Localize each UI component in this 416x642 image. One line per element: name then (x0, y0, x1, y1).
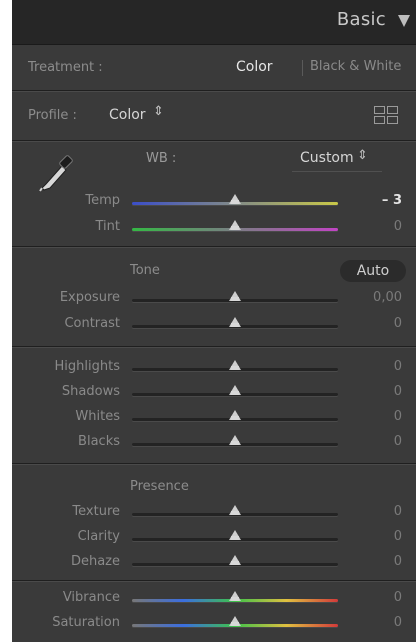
whites-slider-row: Whites 0 (12, 406, 416, 430)
divider (12, 140, 416, 141)
divider (12, 346, 416, 347)
clarity-slider-row: Clarity 0 (12, 526, 416, 550)
tone-title: Tone (130, 263, 160, 278)
profile-select[interactable]: Color (109, 107, 146, 123)
texture-value[interactable]: 0 (372, 504, 402, 519)
treatment-bw-option[interactable]: Black & White (310, 59, 401, 74)
collapse-triangle-icon[interactable] (398, 15, 410, 27)
saturation-value[interactable]: 0 (372, 615, 402, 630)
presence-title: Presence (130, 479, 189, 494)
auto-button[interactable]: Auto (340, 260, 406, 282)
temp-value[interactable]: – 3 (372, 193, 402, 208)
wb-select[interactable]: Custom (300, 150, 354, 166)
dehaze-label: Dehaze (70, 554, 120, 569)
divider (12, 580, 416, 581)
wb-underline (292, 171, 382, 172)
wb-label: WB : (146, 151, 177, 166)
temp-label: Temp (85, 193, 120, 208)
clarity-label: Clarity (77, 529, 120, 544)
saturation-slider-thumb[interactable] (229, 616, 241, 626)
shadows-slider-thumb[interactable] (229, 385, 241, 395)
texture-label: Texture (72, 504, 120, 519)
shadows-slider-row: Shadows 0 (12, 381, 416, 405)
saturation-label: Saturation (52, 615, 120, 630)
highlights-value[interactable]: 0 (372, 359, 402, 374)
clarity-value[interactable]: 0 (372, 529, 402, 544)
wb-stepper-icon[interactable]: ⇕ (357, 148, 368, 163)
highlights-slider-row: Highlights 0 (12, 356, 416, 380)
whites-slider-thumb[interactable] (229, 410, 241, 420)
whites-value[interactable]: 0 (372, 409, 402, 424)
exposure-slider-row: Exposure 0,00 (12, 287, 416, 311)
blacks-slider-thumb[interactable] (229, 435, 241, 445)
divider (12, 246, 416, 247)
highlights-slider-thumb[interactable] (229, 360, 241, 370)
profile-browser-grid-icon[interactable] (374, 106, 398, 124)
contrast-slider-row: Contrast 0 (12, 313, 416, 337)
temp-slider-row: Temp – 3 (12, 190, 416, 214)
exposure-value[interactable]: 0,00 (372, 290, 402, 305)
eyedropper-icon[interactable] (36, 148, 76, 192)
contrast-label: Contrast (64, 316, 120, 331)
panel-header[interactable]: Basic (12, 0, 416, 45)
profile-label: Profile : (28, 108, 77, 123)
treatment-color-option[interactable]: Color (236, 59, 273, 75)
texture-slider-thumb[interactable] (229, 505, 241, 515)
contrast-value[interactable]: 0 (372, 316, 402, 331)
panel-title: Basic (336, 9, 386, 30)
dehaze-slider-thumb[interactable] (229, 555, 241, 565)
clarity-slider-thumb[interactable] (229, 530, 241, 540)
exposure-label: Exposure (59, 290, 120, 305)
shadows-label: Shadows (61, 384, 120, 399)
temp-slider-thumb[interactable] (229, 194, 241, 204)
dehaze-value[interactable]: 0 (372, 554, 402, 569)
exposure-slider-thumb[interactable] (229, 291, 241, 301)
tint-value[interactable]: 0 (372, 219, 402, 234)
tint-label: Tint (95, 219, 121, 234)
treatment-label: Treatment : (28, 60, 103, 75)
dehaze-slider-row: Dehaze 0 (12, 551, 416, 575)
vibrance-label: Vibrance (62, 590, 120, 605)
vibrance-value[interactable]: 0 (372, 590, 402, 605)
saturation-slider-row: Saturation 0 (12, 612, 416, 636)
divider (12, 90, 416, 91)
highlights-label: Highlights (54, 359, 120, 374)
vibrance-slider-row: Vibrance 0 (12, 587, 416, 611)
blacks-slider-row: Blacks 0 (12, 431, 416, 455)
vibrance-slider-thumb[interactable] (229, 591, 241, 601)
contrast-slider-thumb[interactable] (229, 317, 241, 327)
treatment-separator (302, 60, 303, 76)
texture-slider-row: Texture 0 (12, 501, 416, 525)
basic-panel: Basic Treatment : Color Black & White Pr… (12, 0, 416, 642)
profile-stepper-icon[interactable]: ⇕ (153, 104, 164, 119)
shadows-value[interactable]: 0 (372, 384, 402, 399)
tint-slider-thumb[interactable] (229, 220, 241, 230)
divider (12, 463, 416, 464)
blacks-value[interactable]: 0 (372, 434, 402, 449)
tint-slider-row: Tint 0 (12, 216, 416, 240)
blacks-label: Blacks (78, 434, 120, 449)
whites-label: Whites (75, 409, 120, 424)
